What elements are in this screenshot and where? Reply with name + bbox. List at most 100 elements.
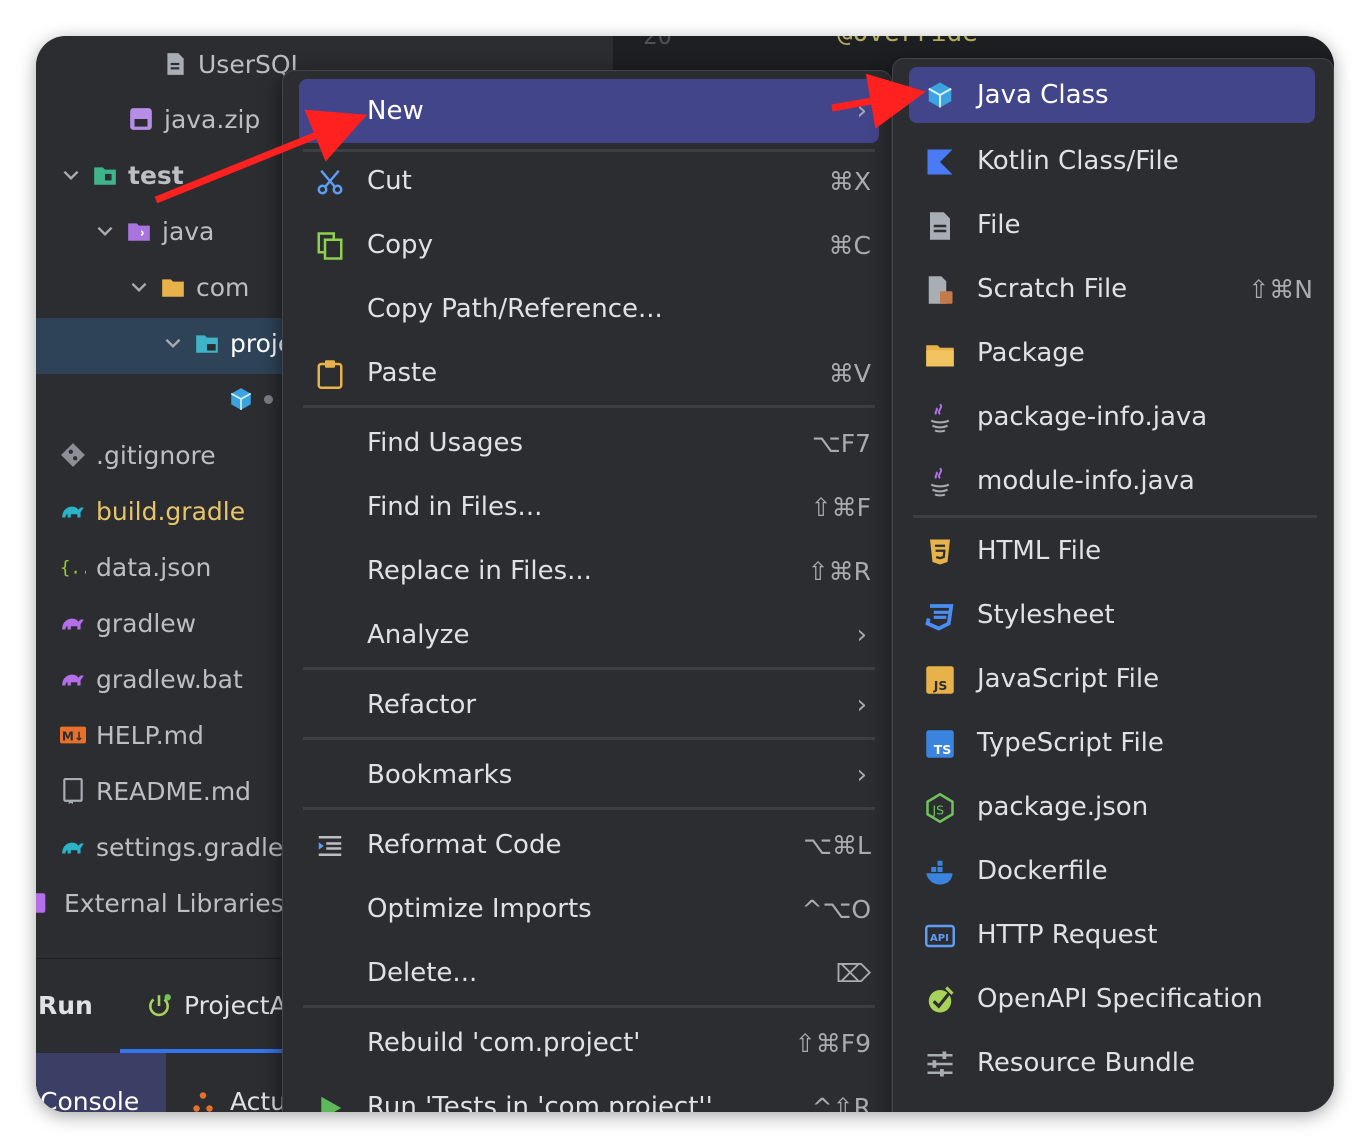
- submenu-item-http-request[interactable]: API HTTP Request: [909, 903, 1321, 967]
- menu-item-label: Dockerfile: [977, 856, 1108, 886]
- menu-item-shortcut: ^⇧R: [811, 1092, 871, 1113]
- menu-item-new[interactable]: New ›: [299, 79, 879, 143]
- menu-item-label: Optimize Imports: [367, 894, 592, 924]
- menu-item-label: Java Class: [977, 80, 1109, 110]
- menu-item-copy[interactable]: Copy ⌘C: [299, 213, 879, 277]
- ide-window: 20 @Override UserSQL java.zip test java …: [36, 36, 1334, 1112]
- menu-item-find-in-files[interactable]: Find in Files... ⇧⌘F: [299, 475, 879, 539]
- menu-item-label: Reformat Code: [367, 830, 562, 860]
- chevron-right-icon: ›: [856, 620, 867, 650]
- tree-item[interactable]: proje: [162, 315, 293, 371]
- submenu-item-dockerfile[interactable]: Dockerfile: [909, 839, 1321, 903]
- nodejs-icon: JS: [926, 793, 954, 823]
- submenu-item-stylesheet[interactable]: Stylesheet: [909, 583, 1321, 647]
- menu-item-refactor[interactable]: Refactor ›: [299, 673, 879, 737]
- submenu-item-file[interactable]: File: [909, 193, 1321, 257]
- menu-item-label: Package: [977, 338, 1085, 368]
- menu-item-paste[interactable]: Paste ⌘V: [299, 341, 879, 405]
- menu-separator: [303, 1005, 875, 1008]
- tree-item[interactable]: java.zip: [128, 91, 260, 147]
- javascript-icon: JS: [926, 666, 954, 694]
- menu-item-analyze[interactable]: Analyze ›: [299, 603, 879, 667]
- package-icon: [926, 345, 954, 367]
- tree-item[interactable]: [228, 371, 273, 427]
- tree-item[interactable]: com: [128, 259, 249, 315]
- submenu-item-scratch-file[interactable]: Scratch File ⇧⌘N: [909, 257, 1321, 321]
- run-config-tab[interactable]: ProjectA: [184, 991, 287, 1020]
- menu-item-label: Kotlin Class/File: [977, 146, 1179, 176]
- menu-item-replace-in-files[interactable]: Replace in Files... ⇧⌘R: [299, 539, 879, 603]
- tree-item[interactable]: java: [94, 203, 214, 259]
- modified-dot: [264, 394, 273, 404]
- tree-item[interactable]: build.gradle: [60, 483, 245, 539]
- submenu-item-java-class[interactable]: Java Class: [909, 67, 1315, 123]
- submenu-item-javascript[interactable]: JS JavaScript File: [909, 647, 1321, 711]
- java-class-icon: [230, 388, 252, 410]
- submenu-item-resource-bundle[interactable]: Resource Bundle: [909, 1031, 1321, 1095]
- menu-item-reformat-code[interactable]: Reformat Code ⌥⌘L: [299, 813, 879, 877]
- submenu-item-package[interactable]: Package: [909, 321, 1321, 385]
- menu-item-cut[interactable]: Cut ⌘X: [299, 149, 879, 213]
- scissors-icon: [317, 169, 343, 195]
- menu-item-delete[interactable]: Delete... ⌦: [299, 941, 879, 1005]
- chevron-right-icon: ›: [856, 690, 867, 720]
- submenu-item-openapi[interactable]: OpenAPI Specification: [909, 967, 1321, 1031]
- menu-item-label: Copy Path/Reference...: [367, 294, 663, 324]
- menu-item-label: Refactor: [367, 690, 477, 720]
- menu-item-shortcut: ⌥F7: [811, 428, 871, 458]
- menu-item-optimize-imports[interactable]: Optimize Imports ^⌥O: [299, 877, 879, 941]
- tree-item[interactable]: gradlew.bat: [60, 651, 243, 707]
- menu-item-label: TypeScript File: [977, 728, 1164, 758]
- console-tab[interactable]: Console: [36, 1053, 166, 1112]
- submenu-item-kotlin[interactable]: Kotlin Class/File: [909, 129, 1321, 193]
- menu-item-shortcut: ⇧⌘R: [807, 556, 871, 586]
- menu-item-label: Rebuild 'com.project': [367, 1028, 641, 1058]
- archive-icon: [130, 108, 152, 130]
- menu-item-copy-path[interactable]: Copy Path/Reference...: [299, 277, 879, 341]
- svg-text:TS: TS: [934, 742, 952, 757]
- menu-item-shortcut: ⇧⌘F: [810, 492, 871, 522]
- tree-item[interactable]: README.md: [60, 763, 251, 819]
- copy-icon: [317, 232, 343, 260]
- menu-item-rebuild[interactable]: Rebuild 'com.project' ⇧⌘F9: [299, 1011, 879, 1075]
- package-folder-icon: [196, 335, 218, 353]
- tree-item[interactable]: gradlew: [60, 595, 196, 651]
- tree-item[interactable]: .gitignore: [60, 427, 216, 483]
- menu-item-label: module-info.java: [977, 466, 1195, 496]
- menu-separator: [303, 737, 875, 740]
- tree-item[interactable]: M↓ HELP.md: [60, 707, 204, 763]
- submenu-item-html[interactable]: HTML File: [909, 519, 1321, 583]
- gradle-icon: [62, 842, 84, 854]
- tree-item-label: HELP.md: [96, 720, 204, 750]
- menu-item-label: Analyze: [367, 620, 470, 650]
- tree-item[interactable]: test: [60, 147, 184, 203]
- tree-item-label: gradlew.bat: [96, 664, 243, 694]
- menu-item-bookmarks[interactable]: Bookmarks ›: [299, 743, 879, 807]
- tree-item[interactable]: External Libraries: [36, 875, 284, 931]
- menu-separator: [913, 515, 1317, 518]
- code-annotation: @Override: [837, 36, 978, 48]
- json-icon: {..}: [60, 559, 86, 579]
- menu-item-label: Bookmarks: [367, 760, 513, 790]
- line-number: 20: [643, 36, 672, 50]
- menu-item-label: package-info.java: [977, 402, 1208, 432]
- tree-item[interactable]: settings.gradle: [60, 819, 283, 875]
- menu-item-label: HTTP Request: [977, 920, 1158, 950]
- submenu-item-typescript[interactable]: TS TypeScript File: [909, 711, 1321, 775]
- tree-item[interactable]: {..} data.json: [60, 539, 211, 595]
- java-file-icon: [930, 403, 950, 433]
- css3-icon: [925, 604, 954, 631]
- gradle-icon: [62, 506, 84, 518]
- submenu-item-package-info[interactable]: package-info.java: [909, 385, 1321, 449]
- submenu-item-module-info[interactable]: module-info.java: [909, 449, 1321, 513]
- menu-item-run-tests[interactable]: Run 'Tests in 'com.project'' ^⇧R: [299, 1075, 879, 1112]
- menu-item-shortcut: ⇧⌘N: [1248, 274, 1313, 304]
- actuator-tab[interactable]: Actu: [230, 1087, 286, 1112]
- submenu-item-package-json[interactable]: JS package.json: [909, 775, 1321, 839]
- tree-item-label: java.zip: [164, 104, 261, 134]
- java-folder-icon: [128, 223, 150, 241]
- tree-item-label: README.md: [96, 776, 252, 806]
- menu-item-label: Find in Files...: [367, 492, 543, 522]
- typescript-icon: TS: [926, 730, 954, 758]
- menu-item-find-usages[interactable]: Find Usages ⌥F7: [299, 411, 879, 475]
